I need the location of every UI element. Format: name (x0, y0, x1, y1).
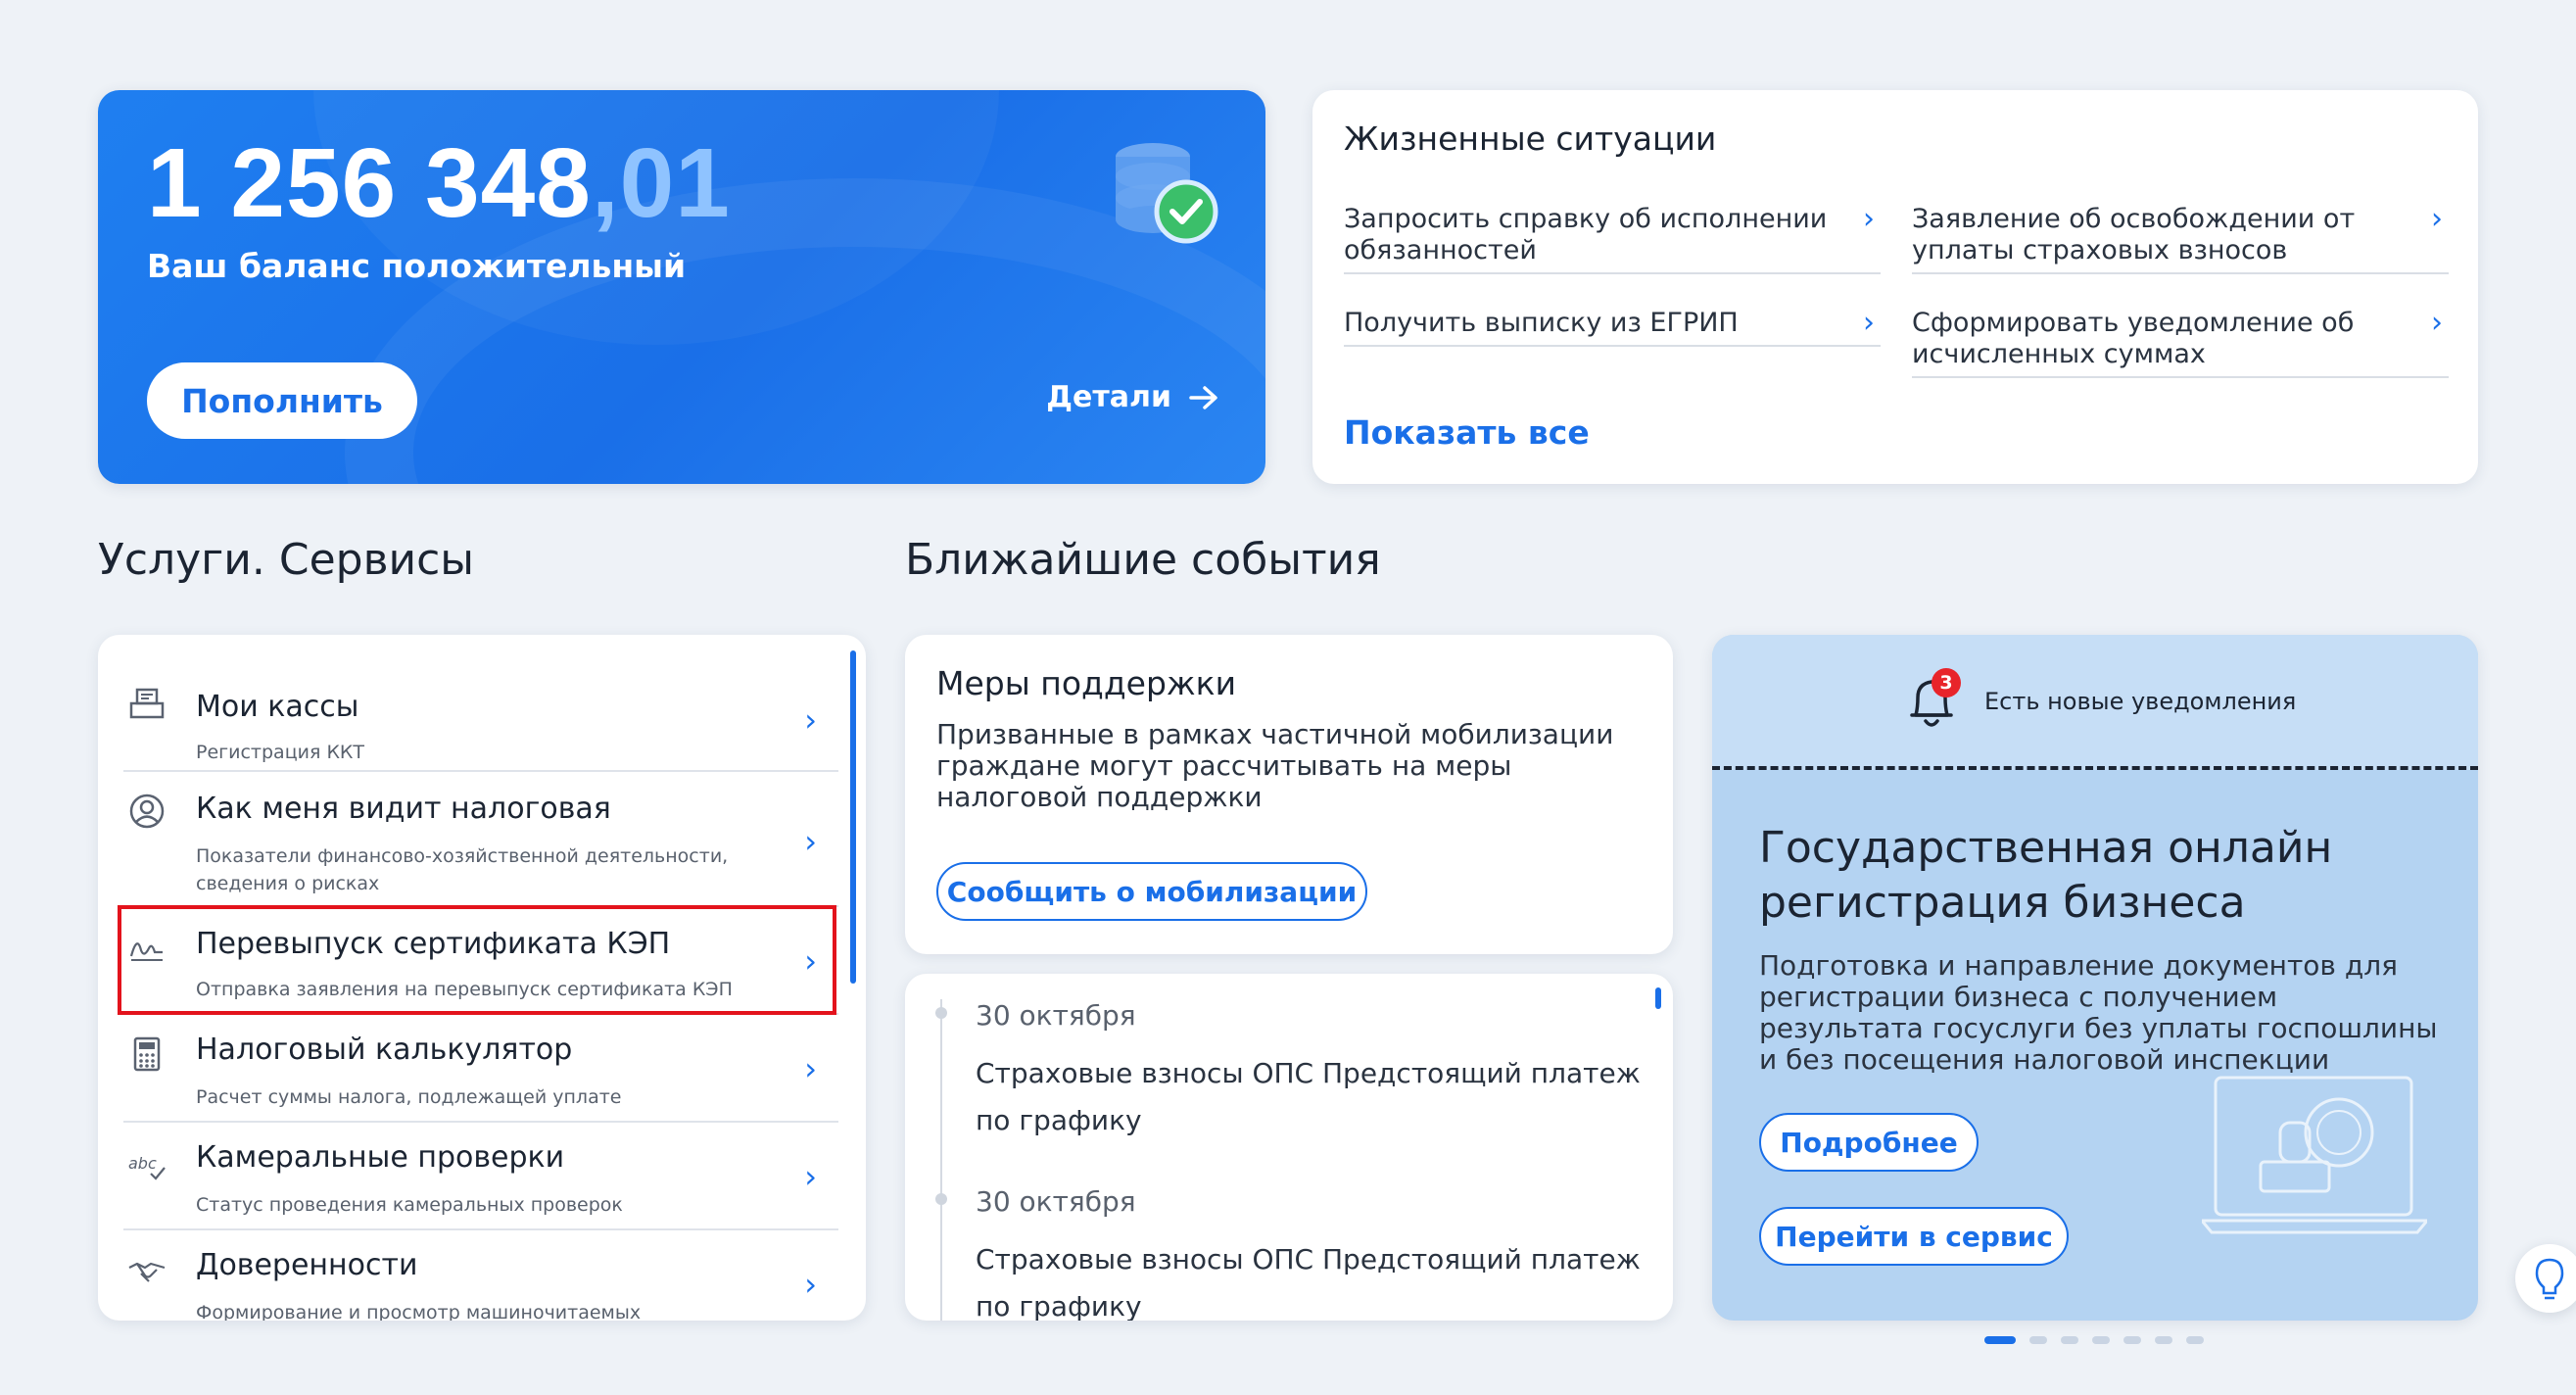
service-subtitle: Формирование и просмотр машиночитаемых д… (196, 1302, 642, 1321)
life-situation-label: Получить выписку из ЕГРИП (1344, 308, 1739, 338)
balance-status: Ваш баланс положительный (147, 247, 687, 285)
events-section-title: Ближайшие события (905, 535, 1381, 585)
promo-text: Подготовка и направление документов для … (1759, 949, 2438, 1076)
chevron-right-icon: › (804, 701, 817, 739)
support-title: Меры поддержки (936, 664, 1237, 702)
pagination-dot[interactable] (2155, 1336, 2172, 1344)
details-label: Детали (1046, 380, 1171, 414)
report-mobilization-button[interactable]: Сообщить о мобилизации (936, 862, 1367, 921)
service-title: Мои кассы (196, 690, 359, 724)
calculator-icon (133, 1036, 161, 1072)
event-date: 30 октября (976, 1185, 1136, 1218)
life-situation-label: Заявление об освобождении от уплаты стра… (1912, 204, 2356, 265)
service-subtitle: Регистрация ККТ (196, 742, 365, 763)
life-situation-label: Запросить справку об исполнении обязанно… (1344, 204, 1828, 265)
service-subtitle: Показатели финансово-хозяйственной деяте… (196, 845, 729, 894)
notification-banner[interactable]: 3 Есть новые уведомления (1712, 635, 2478, 770)
go-to-service-button[interactable]: Перейти в сервис (1759, 1207, 2069, 1266)
chevron-right-icon: › (2431, 202, 2443, 236)
service-subtitle: Статус проведения камеральных проверок (196, 1194, 623, 1216)
event-date: 30 октября (976, 999, 1136, 1032)
service-item-tax-calculator[interactable]: Налоговый калькулятор Расчет суммы налог… (123, 1015, 838, 1123)
support-text: Призванные в рамках частичной мобилизаци… (936, 718, 1614, 813)
help-button[interactable] (2515, 1244, 2576, 1313)
user-circle-icon (129, 794, 165, 829)
service-item-desk-audits[interactable]: abc Камеральные проверки Статус проведен… (123, 1123, 838, 1230)
life-situation-item[interactable]: Заявление об освобождении от уплаты стра… (1912, 204, 2449, 274)
pagination-dot[interactable] (2123, 1336, 2141, 1344)
notification-text: Есть новые уведомления (1984, 688, 2297, 715)
life-situation-label: Сформировать уведомление об исчисленных … (1912, 308, 2355, 369)
timeline-line (940, 999, 942, 1321)
service-item-powers-of-attorney[interactable]: Доверенности Формирование и просмотр маш… (123, 1230, 838, 1321)
lightbulb-icon (2535, 1258, 2564, 1300)
service-title: Налоговый калькулятор (196, 1033, 573, 1067)
balance-amount: 1 256 348,01 (147, 127, 731, 240)
pagination-dot[interactable] (2186, 1336, 2204, 1344)
chevron-right-icon: › (804, 823, 817, 860)
services-section-title: Услуги. Сервисы (98, 535, 475, 585)
show-all-link[interactable]: Показать все (1344, 413, 1590, 452)
arrow-right-icon (1189, 385, 1217, 409)
highlight-frame (118, 905, 836, 1015)
life-situation-item[interactable]: Сформировать уведомление об исчисленных … (1912, 308, 2449, 378)
details-link[interactable]: Детали (1046, 380, 1218, 414)
cash-register-icon (129, 688, 165, 719)
event-text[interactable]: Страховые взносы ОПС Предстоящий платеж … (976, 1050, 1642, 1144)
balance-card: 1 256 348,01 Ваш баланс положительный По… (98, 90, 1265, 484)
service-item-tax-view[interactable]: Как меня видит налоговая Показатели фина… (123, 772, 838, 907)
service-title: Как меня видит налоговая (196, 792, 611, 826)
chevron-right-icon: › (804, 1158, 817, 1195)
life-situations-title: Жизненные ситуации (1344, 120, 1717, 158)
chevron-right-icon: › (804, 1050, 817, 1087)
life-situations-card: Жизненные ситуации Запросить справку об … (1312, 90, 2478, 484)
more-info-button[interactable]: Подробнее (1759, 1113, 1979, 1172)
pagination-dot[interactable] (1984, 1336, 2016, 1344)
abc-check-icon: abc (128, 1154, 166, 1180)
svg-text:abc: abc (128, 1154, 157, 1173)
topup-button[interactable]: Пополнить (147, 362, 417, 439)
handshake-icon (128, 1262, 166, 1282)
pagination-dot[interactable] (2029, 1336, 2047, 1344)
service-title: Камеральные проверки (196, 1140, 565, 1175)
life-situation-item[interactable]: Получить выписку из ЕГРИП › (1344, 308, 1881, 347)
events-scrollbar[interactable] (1655, 987, 1661, 1009)
pagination-dot[interactable] (2092, 1336, 2110, 1344)
promo-card: 3 Есть новые уведомления Государственная… (1712, 635, 2478, 1321)
service-item-cash-registers[interactable]: Мои кассы Регистрация ККТ › (123, 664, 838, 772)
pagination-dot[interactable] (2061, 1336, 2078, 1344)
events-list: 30 октября Страховые взносы ОПС Предстоя… (905, 974, 1673, 1321)
laptop-stamp-icon (2202, 1076, 2427, 1234)
timeline-dot (935, 1007, 947, 1019)
coins-check-icon (1116, 143, 1218, 244)
chevron-right-icon: › (1863, 306, 1875, 340)
notification-count-badge: 3 (1932, 668, 1961, 698)
chevron-right-icon: › (804, 1266, 817, 1303)
balance-amount-kopecks: ,01 (591, 128, 731, 238)
support-measures-card: Меры поддержки Призванные в рамках части… (905, 635, 1673, 954)
life-situation-item[interactable]: Запросить справку об исполнении обязанно… (1344, 204, 1881, 274)
chevron-right-icon: › (1863, 202, 1875, 236)
balance-amount-main: 1 256 348 (147, 128, 592, 238)
event-text[interactable]: Страховые взносы ОПС Предстоящий платеж … (976, 1236, 1642, 1321)
promo-title: Государственная онлайн регистрация бизне… (1759, 823, 2333, 928)
promo-pagination (1984, 1336, 2204, 1344)
timeline-dot (935, 1193, 947, 1205)
services-scrollbar[interactable] (850, 650, 856, 984)
service-subtitle: Расчет суммы налога, подлежащей уплате (196, 1086, 622, 1108)
chevron-right-icon: › (2431, 306, 2443, 340)
service-title: Доверенности (196, 1248, 418, 1282)
